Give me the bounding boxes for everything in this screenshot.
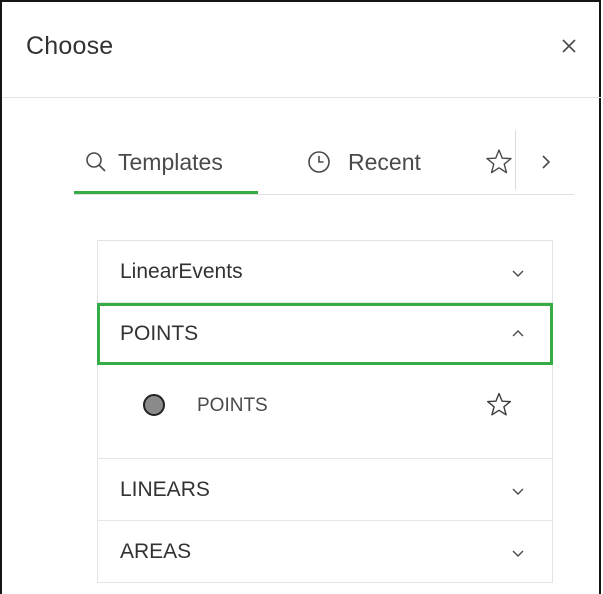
group-label: LinearEvents bbox=[120, 260, 243, 283]
group-label: LINEARS bbox=[120, 478, 210, 501]
chevron-down-icon bbox=[508, 543, 528, 563]
tab-templates[interactable]: Templates bbox=[74, 130, 258, 194]
group-points[interactable]: POINTS bbox=[97, 303, 553, 365]
tab-recent[interactable]: Recent bbox=[302, 130, 472, 194]
favorite-star-icon[interactable] bbox=[485, 391, 513, 419]
tab-recent-label: Recent bbox=[348, 149, 421, 175]
group-label: AREAS bbox=[120, 540, 192, 563]
template-item-points[interactable] bbox=[98, 365, 552, 459]
clock-icon bbox=[306, 149, 332, 180]
tab-bar: Templates Recent bbox=[74, 130, 574, 195]
tab-scroll-right[interactable] bbox=[530, 130, 560, 194]
chevron-right-icon bbox=[536, 151, 556, 178]
group-linears[interactable]: LINEARS bbox=[98, 459, 552, 521]
template-item-label: POINTS bbox=[197, 395, 268, 416]
point-symbol-icon bbox=[143, 394, 165, 416]
panel-title: Choose bbox=[26, 32, 114, 60]
group-label: POINTS bbox=[120, 322, 199, 345]
chevron-up-icon bbox=[508, 324, 528, 344]
tab-templates-label: Templates bbox=[118, 149, 223, 175]
search-icon bbox=[84, 150, 108, 179]
tab-separator bbox=[515, 130, 516, 190]
tab-favorites[interactable] bbox=[482, 130, 516, 194]
chevron-down-icon bbox=[508, 481, 528, 501]
group-linearevents[interactable]: LinearEvents bbox=[98, 241, 552, 303]
chevron-down-icon bbox=[508, 263, 528, 283]
star-icon bbox=[484, 147, 514, 182]
choose-panel: Choose Templates Recent LinearEvents POI… bbox=[0, 0, 601, 594]
panel-header: Choose bbox=[2, 2, 601, 98]
template-group-list: LinearEvents POINTS POINTS LINEARS AREAS bbox=[97, 240, 553, 583]
close-icon[interactable] bbox=[554, 31, 584, 61]
group-areas[interactable]: AREAS bbox=[98, 521, 552, 583]
